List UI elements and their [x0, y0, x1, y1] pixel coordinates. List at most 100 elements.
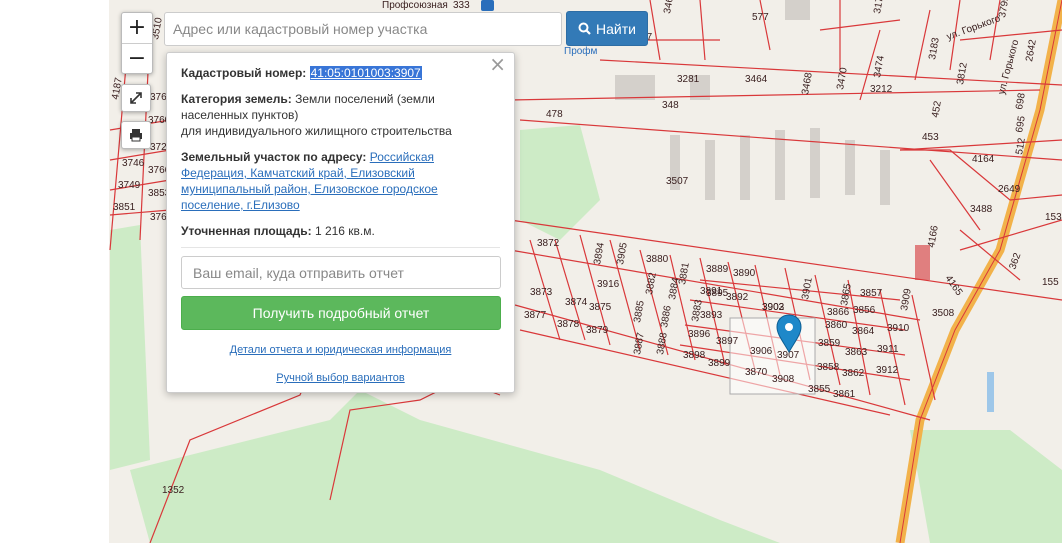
parcel-label: 3912	[876, 365, 899, 376]
parcel-label: 3212	[870, 84, 893, 95]
get-report-button[interactable]: Получить подробный отчет	[181, 296, 501, 330]
parcel-label: 3855	[808, 384, 831, 395]
zoom-in-button[interactable]: +	[122, 13, 152, 43]
search-icon	[578, 22, 591, 35]
parcel-label: 155	[1042, 277, 1059, 288]
print-icon	[130, 129, 142, 142]
parcel-label: 3866	[827, 307, 850, 318]
parcel-label: 4164	[972, 154, 995, 165]
parcel-label: 3908	[772, 374, 795, 385]
parcel-label: 3865	[839, 282, 854, 306]
parcel-label: 3873	[530, 287, 553, 298]
parcel-label: 3862	[842, 368, 865, 379]
close-icon[interactable]: ×	[489, 54, 506, 74]
parcel-label: 3898	[683, 350, 706, 361]
parcel-label: 3878	[557, 319, 580, 330]
parcel-label: 3870	[745, 367, 768, 378]
cadastral-label: Кадастровый номер:	[181, 66, 307, 80]
parcel-label: 2649	[998, 184, 1021, 195]
parcel-label: 362	[1007, 251, 1023, 271]
parcel-label: 3887	[632, 331, 647, 355]
parcel-label: 3893	[700, 310, 723, 321]
parcel-label: 3469	[662, 0, 677, 15]
zoom-control: + −	[121, 12, 153, 74]
parcel-info-popup: × Кадастровый номер: 41:05:0101003:3907 …	[166, 52, 515, 393]
area-label: Уточненная площадь:	[181, 224, 312, 238]
area-value: 1 216 кв.м.	[314, 224, 375, 238]
cadastral-number[interactable]: 41:05:0101003:3907	[309, 66, 422, 80]
parcel-label: 3864	[852, 326, 875, 337]
parcel-label: 3857	[860, 288, 883, 299]
parcel-label: 478	[546, 109, 563, 120]
parcel-label: 3901	[800, 276, 815, 300]
parcel-label: 3905	[615, 241, 630, 265]
parcel-label: 3861	[833, 389, 856, 400]
parcel-label: 3858	[817, 362, 840, 373]
search-button-label: Найти	[596, 20, 636, 37]
parcel-label: 3470	[835, 66, 850, 90]
parcel-label: 3890	[733, 268, 756, 279]
parcel-label: 3856	[853, 305, 876, 316]
parcel-label: 3897	[716, 336, 739, 347]
email-field[interactable]	[181, 256, 501, 289]
parcel-label: 153	[1045, 212, 1062, 223]
parcel-label: 3874	[565, 297, 588, 308]
report-details-link[interactable]: Детали отчета и юридическая информация	[181, 342, 500, 358]
divider	[181, 247, 500, 248]
parcel-label: 452	[930, 100, 944, 119]
expand-icon	[130, 92, 142, 104]
parcel-label: 3909	[899, 287, 914, 311]
parcel-label: 3879	[586, 325, 609, 336]
parcel-label: 3749	[118, 180, 141, 191]
fullscreen-button[interactable]	[121, 84, 151, 112]
parcel-label: 3799	[997, 0, 1012, 19]
parcel-label: 3894	[592, 241, 607, 265]
parcel-label: 3899	[708, 358, 731, 369]
parcel-label: 4166	[926, 224, 941, 248]
parcel-label: 3468	[800, 71, 815, 95]
parcel-label: 3508	[932, 308, 955, 319]
parcel-label: 3903	[762, 302, 785, 313]
address-label: Земельный участок по адресу:	[181, 150, 367, 164]
parcel-label: 3464	[745, 74, 768, 85]
zoom-out-button[interactable]: −	[122, 43, 152, 74]
street-label-profsoyuznaya: Профсоюзная	[382, 0, 448, 11]
green-area-west	[110, 225, 150, 470]
parcel-label: 577	[752, 12, 769, 23]
search-button[interactable]: Найти	[566, 11, 648, 46]
parcel-label: 3886	[659, 304, 674, 328]
parcel-label: 695	[1014, 115, 1028, 134]
cadastral-row: Кадастровый номер: 41:05:0101003:3907	[181, 65, 500, 81]
parcel-label: 3859	[818, 338, 841, 349]
parcel-label: 3906	[750, 346, 773, 357]
green-area-south	[130, 390, 780, 543]
manual-selection-link[interactable]: Ручной выбор вариантов	[181, 370, 500, 386]
parcel-label: 3889	[706, 264, 729, 275]
parcel-label: 3488	[970, 204, 993, 215]
land-category-row: Категория земель: Земли поселений (земли…	[181, 91, 500, 139]
parcel-label: 4165	[943, 273, 965, 298]
bus-stop-icon	[481, 0, 494, 11]
land-category-label: Категория земель:	[181, 92, 292, 106]
parcel-label: 3281	[677, 74, 700, 85]
print-button[interactable]	[121, 121, 151, 149]
parcel-label: 3183	[927, 36, 942, 60]
parcel-label: 348	[662, 100, 679, 111]
green-area-east	[910, 430, 1062, 543]
search-input[interactable]	[164, 12, 562, 46]
parcel-label: 3911	[877, 344, 899, 355]
street-label-gorkogo-2: ул. Горького	[996, 38, 1021, 96]
parcel-label: 333	[453, 0, 470, 11]
poi-label-profm-2: Профм	[564, 45, 598, 57]
parcel-label: 3851	[113, 202, 136, 213]
parcel-label: 3863	[845, 347, 868, 358]
parcel-label: 453	[922, 132, 939, 143]
parcel-label: 3896	[688, 329, 711, 340]
parcel-label: 3746	[122, 158, 145, 169]
parcel-label: 3860	[825, 320, 848, 331]
parcel-label: 3872	[537, 238, 560, 249]
parcel-label: 3507	[666, 176, 689, 187]
parcel-label: 2642	[1024, 38, 1039, 62]
parcel-label: 3910	[887, 323, 910, 334]
parcel-label: 3177	[872, 0, 887, 15]
